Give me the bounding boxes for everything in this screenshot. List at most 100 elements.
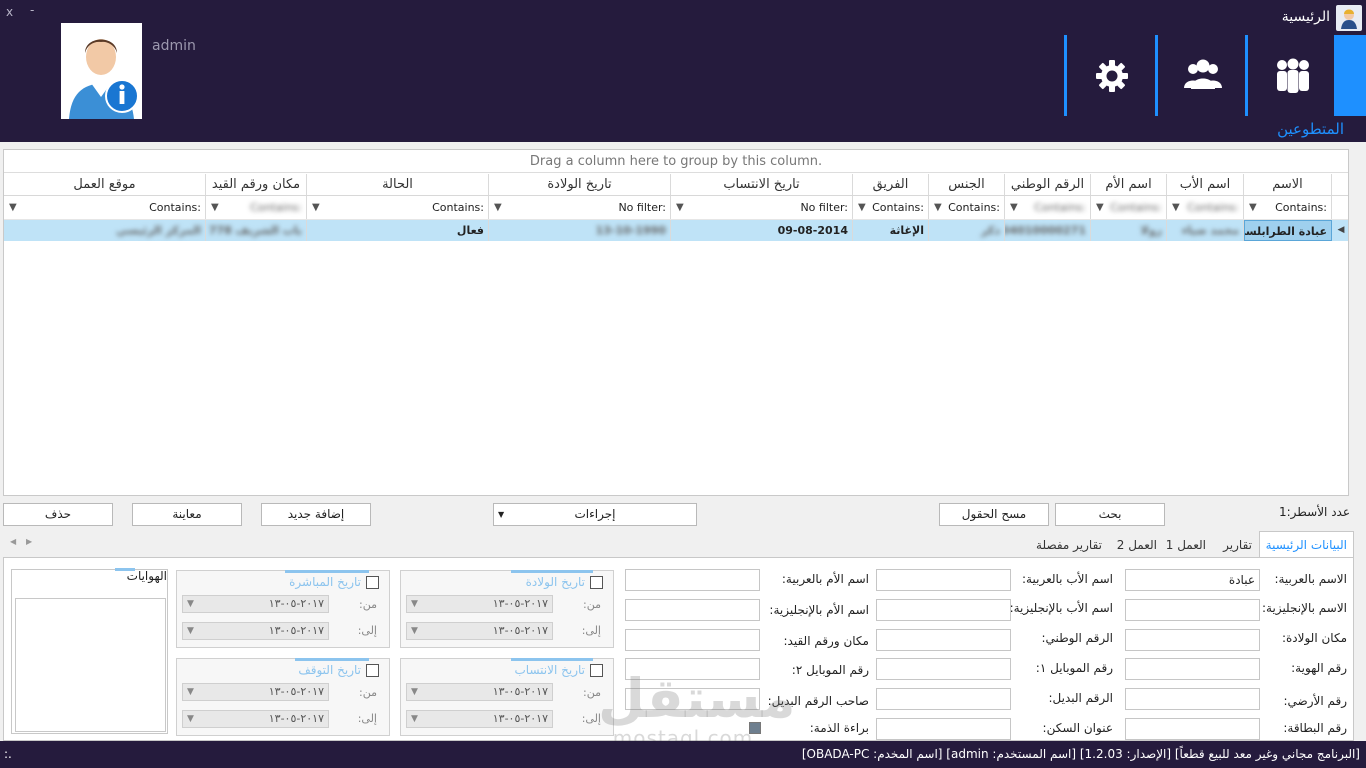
mobile-2-field[interactable] [625, 658, 760, 680]
mother-en-field[interactable] [625, 599, 760, 621]
join-date-to-picker[interactable]: ٢٠١٧-٠٥-١٣ ▼ [406, 710, 553, 728]
add-new-button[interactable]: إضافة جديد [261, 503, 371, 526]
filter-cell[interactable]: Contains: ▼ [4, 196, 206, 219]
cell-national-id[interactable]: 04010000271 [1005, 220, 1091, 241]
group-by-panel[interactable]: Drag a column here to group by this colu… [4, 150, 1348, 173]
minimize-button[interactable]: - [30, 3, 34, 17]
start-date-filter: تاريخ المباشرة من: ٢٠١٧-٠٥-١٣ ▼ إلى: ٢٠١٧… [176, 570, 390, 648]
landline-field[interactable] [1125, 688, 1260, 710]
card-number-field[interactable] [1125, 718, 1260, 740]
filter-icon[interactable]: ▼ [1249, 196, 1257, 219]
field-label: اسم الأب بالإنجليزية: [1009, 601, 1113, 615]
column-header-national-id[interactable]: الرقم الوطني [1005, 174, 1091, 195]
cell-join-date[interactable]: 09-08-2014 [671, 220, 853, 241]
filter-icon[interactable]: ▼ [9, 196, 17, 219]
start-date-from-picker[interactable]: ٢٠١٧-٠٥-١٣ ▼ [182, 595, 329, 613]
stop-date-to-picker[interactable]: ٢٠١٧-٠٥-١٣ ▼ [182, 710, 329, 728]
birth-date-from-picker[interactable]: ٢٠١٧-٠٥-١٣ ▼ [406, 595, 553, 613]
tab-work-2[interactable]: العمل 2 [1117, 533, 1157, 557]
id-number-field[interactable] [1125, 658, 1260, 680]
preview-button[interactable]: معاينة [132, 503, 242, 526]
delete-button[interactable]: حذف [3, 503, 113, 526]
cell-mother[interactable]: رولا [1091, 220, 1167, 241]
filter-cell[interactable]: Contains: ▼ [929, 196, 1005, 219]
tab-scroll-left-icon[interactable]: ◀ [10, 537, 16, 546]
registry-field[interactable] [625, 629, 760, 651]
tab-detailed-reports[interactable]: تقارير مفصلة [1036, 533, 1102, 557]
birth-date-checkbox[interactable] [590, 576, 603, 589]
cell-gender[interactable]: ذكر [929, 220, 1005, 241]
column-header-team[interactable]: الفريق [853, 174, 929, 195]
filter-cell[interactable]: Contains: ▼ [1167, 196, 1244, 219]
user-avatar[interactable] [61, 23, 142, 119]
nav-volunteers[interactable] [1245, 35, 1337, 116]
father-ar-field[interactable] [876, 569, 1011, 591]
start-date-checkbox[interactable] [366, 576, 379, 589]
clearance-checkbox[interactable] [749, 722, 761, 734]
filter-icon[interactable]: ▼ [1010, 196, 1018, 219]
filter-cell[interactable]: Contains: ▼ [206, 196, 307, 219]
clear-fields-button[interactable]: مسح الحقول [939, 503, 1049, 526]
column-header-registry[interactable]: مكان ورقم القيد [206, 174, 307, 195]
alt-number-field[interactable] [876, 688, 1011, 710]
hobbies-list[interactable] [15, 598, 166, 732]
column-header-name[interactable]: الاسم [1244, 174, 1332, 195]
filter-cell[interactable]: No filter: ▼ [489, 196, 671, 219]
volunteers-grid[interactable]: Drag a column here to group by this colu… [3, 149, 1349, 496]
birth-date-to-picker[interactable]: ٢٠١٧-٠٥-١٣ ▼ [406, 622, 553, 640]
filter-icon[interactable]: ▼ [1096, 196, 1104, 219]
filter-icon[interactable]: ▼ [1172, 196, 1180, 219]
cell-birth-date[interactable]: 13-10-1990 [489, 220, 671, 241]
column-header-mother[interactable]: اسم الأم [1091, 174, 1167, 195]
filter-icon[interactable]: ▼ [312, 196, 320, 219]
tab-main-data[interactable]: البيانات الرئيسية [1258, 531, 1354, 558]
start-date-to-picker[interactable]: ٢٠١٧-٠٥-١٣ ▼ [182, 622, 329, 640]
cell-father[interactable]: محمد ضياء [1167, 220, 1244, 241]
column-header-birth-date[interactable]: تاريخ الولادة [489, 174, 671, 195]
tab-scroll-right-icon[interactable]: ▶ [26, 537, 32, 546]
filter-cell[interactable]: Contains: ▼ [853, 196, 929, 219]
search-button[interactable]: بحث [1055, 503, 1165, 526]
stop-date-from-picker[interactable]: ٢٠١٧-٠٥-١٣ ▼ [182, 683, 329, 701]
mobile-1-field[interactable] [876, 658, 1011, 680]
address-field[interactable] [876, 718, 1011, 740]
close-button[interactable]: x [6, 5, 13, 19]
column-header-status[interactable]: الحالة [307, 174, 489, 195]
column-header-gender[interactable]: الجنس [929, 174, 1005, 195]
father-en-field[interactable] [876, 599, 1011, 621]
tab-reports[interactable]: تقارير [1223, 533, 1252, 557]
name-ar-field[interactable]: عبادة [1125, 569, 1260, 591]
filter-icon[interactable]: ▼ [211, 196, 219, 219]
join-date-from-picker[interactable]: ٢٠١٧-٠٥-١٣ ▼ [406, 683, 553, 701]
filter-cell[interactable]: No filter: ▼ [671, 196, 853, 219]
column-header-work-location[interactable]: موقع العمل [4, 174, 206, 195]
nav-users[interactable] [1155, 35, 1247, 116]
birthplace-field[interactable] [1125, 629, 1260, 651]
procedures-dropdown[interactable]: ▼ إجراءات [493, 503, 697, 526]
filter-icon[interactable]: ▼ [858, 196, 866, 219]
stop-date-checkbox[interactable] [366, 664, 379, 677]
nav-settings[interactable] [1064, 35, 1156, 116]
filter-cell[interactable]: Contains: ▼ [1091, 196, 1167, 219]
filter-cell[interactable]: Contains: ▼ [307, 196, 489, 219]
cell-work-location[interactable]: المركز الرئيسي [4, 220, 206, 241]
national-id-field[interactable] [876, 629, 1011, 651]
cell-name[interactable]: عبادة الطرابلسي [1244, 220, 1332, 241]
join-date-checkbox[interactable] [590, 664, 603, 677]
cell-team[interactable]: الإغاثة [853, 220, 929, 241]
filter-icon[interactable]: ▼ [934, 196, 942, 219]
filter-icon[interactable]: ▼ [494, 196, 502, 219]
column-header-father[interactable]: اسم الأب [1167, 174, 1244, 195]
cell-text: 04010000271 [1005, 224, 1086, 237]
filter-cell[interactable]: Contains: ▼ [1005, 196, 1091, 219]
filter-cell[interactable]: Contains: ▼ [1244, 196, 1332, 219]
cell-registry[interactable]: باب الشريف 778 [206, 220, 307, 241]
alt-number-owner-field[interactable] [625, 688, 760, 710]
filter-icon[interactable]: ▼ [676, 196, 684, 219]
mother-ar-field[interactable] [625, 569, 760, 591]
column-header-join-date[interactable]: تاريخ الانتساب [671, 174, 853, 195]
name-en-field[interactable] [1125, 599, 1260, 621]
table-row[interactable]: عبادة الطرابلسي محمد ضياء رولا 040100002… [4, 220, 1348, 241]
cell-status[interactable]: فعال [307, 220, 489, 241]
tab-work-1[interactable]: العمل 1 [1166, 533, 1206, 557]
